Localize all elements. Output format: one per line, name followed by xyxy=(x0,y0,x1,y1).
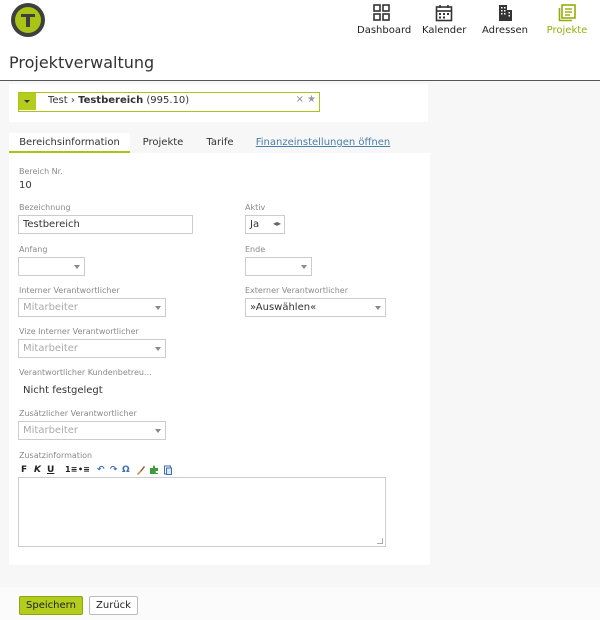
interner-verantwortlicher-select[interactable]: Mitarbeiter xyxy=(18,298,166,317)
zusaetzlicher-verantwortlicher-label: Zusätzlicher Verantwortlicher xyxy=(19,409,137,418)
chevron-down-icon xyxy=(375,306,381,310)
nav-adressen-label: Adressen xyxy=(482,25,528,36)
stepper-arrows-icon[interactable]: ◂▸ xyxy=(273,219,281,228)
dashboard-icon xyxy=(373,4,390,21)
area-selector[interactable]: Test › Testbereich (995.10) × ★ xyxy=(18,92,320,112)
bezeichnung-label: Bezeichnung xyxy=(19,203,71,212)
form-panel: Bereich Nr. 10 Bezeichnung Testbereich A… xyxy=(9,153,430,565)
area-selector-card: Test › Testbereich (995.10) × ★ xyxy=(9,84,428,122)
resize-handle-icon[interactable] xyxy=(377,538,383,544)
zusatzinformation-textarea[interactable] xyxy=(18,477,386,547)
clear-icon[interactable]: × xyxy=(296,94,304,105)
ende-label: Ende xyxy=(245,245,266,254)
externer-value: »Auswählen« xyxy=(250,302,317,313)
nav-projekte-label: Projekte xyxy=(546,25,588,36)
anfang-label: Anfang xyxy=(19,245,48,254)
breadcrumb-separator: › xyxy=(70,95,75,106)
kundenbetreuer-value: Nicht festgelegt xyxy=(23,385,103,396)
zusaetzlicher-placeholder: Mitarbeiter xyxy=(23,425,79,436)
chevron-down-icon xyxy=(301,265,307,269)
nav-dashboard[interactable]: Dashboard xyxy=(357,4,411,36)
nav-projekte[interactable]: Projekte xyxy=(544,4,590,36)
aktiv-value: Ja xyxy=(250,219,260,230)
tab-projekte[interactable]: Projekte xyxy=(134,133,192,153)
zusaetzlicher-verantwortlicher-select[interactable]: Mitarbeiter xyxy=(18,421,166,440)
externer-verantwortlicher-label: Externer Verantwortlicher xyxy=(245,286,348,295)
bereich-nr-label: Bereich Nr. xyxy=(19,167,63,176)
aktiv-stepper[interactable]: Ja ◂▸ xyxy=(245,215,285,234)
nav-dashboard-label: Dashboard xyxy=(357,25,412,36)
italic-button[interactable]: K xyxy=(34,465,41,475)
aktiv-label: Aktiv xyxy=(245,203,266,212)
anfang-date-select[interactable] xyxy=(18,257,85,276)
nav-kalender[interactable]: Kalender xyxy=(422,4,466,36)
breadcrumb-current: Testbereich xyxy=(78,95,144,106)
chevron-down-icon xyxy=(155,306,161,310)
projects-icon xyxy=(558,4,576,22)
interner-verantwortlicher-label: Interner Verantwortlicher xyxy=(19,286,120,295)
special-char-button[interactable]: Ω xyxy=(122,465,130,475)
externer-verantwortlicher-select[interactable]: »Auswählen« xyxy=(245,298,386,317)
ende-date-select[interactable] xyxy=(245,257,312,276)
breadcrumb-parent[interactable]: Test xyxy=(48,95,68,106)
nav-kalender-label: Kalender xyxy=(422,25,467,36)
undo-button[interactable]: ↶ xyxy=(97,465,105,475)
ordered-list-button[interactable]: 1≡ xyxy=(65,465,77,474)
tab-tarife[interactable]: Tarife xyxy=(196,133,244,153)
interner-placeholder: Mitarbeiter xyxy=(23,302,79,313)
save-button[interactable]: Speichern xyxy=(19,596,83,615)
top-navigation: Dashboard Kalender Adressen Projekte xyxy=(0,0,600,44)
tab-bereichsinformation[interactable]: Bereichsinformation xyxy=(9,133,130,153)
selector-breadcrumb: Test › Testbereich (995.10) xyxy=(48,95,189,106)
zusatzinformation-label: Zusatzinformation xyxy=(19,451,93,460)
page-title: Projektverwaltung xyxy=(9,53,155,72)
vize-verantwortlicher-label: Vize Interner Verantwortlicher xyxy=(19,327,139,336)
vize-placeholder: Mitarbeiter xyxy=(23,343,79,354)
app-logo[interactable] xyxy=(11,3,45,37)
selector-toggle-button[interactable] xyxy=(19,93,36,110)
bereich-nr-value: 10 xyxy=(19,180,32,191)
nav-adressen[interactable]: Adressen xyxy=(482,4,528,36)
chevron-down-icon xyxy=(155,429,161,433)
back-button[interactable]: Zurück xyxy=(89,596,138,615)
link-finanzeinstellungen[interactable]: Finanzeinstellungen öffnen xyxy=(253,133,393,153)
bullet-list-button[interactable]: •≡ xyxy=(78,465,90,474)
building-icon xyxy=(499,5,512,21)
underline-button[interactable]: U xyxy=(47,465,54,475)
area-number: (995.10) xyxy=(146,95,190,106)
logo-t-stem xyxy=(26,14,30,27)
bold-button[interactable]: F xyxy=(21,465,27,475)
star-icon[interactable]: ★ xyxy=(307,94,316,105)
chevron-down-icon xyxy=(155,347,161,351)
vize-verantwortlicher-select[interactable]: Mitarbeiter xyxy=(18,339,166,358)
kundenbetreuer-label: Verantwortlicher Kundenbetreu... xyxy=(19,368,152,377)
bezeichnung-input[interactable]: Testbereich xyxy=(18,215,193,234)
redo-button[interactable]: ↷ xyxy=(110,465,118,475)
chevron-down-icon xyxy=(74,265,80,269)
calendar-icon xyxy=(435,5,453,22)
